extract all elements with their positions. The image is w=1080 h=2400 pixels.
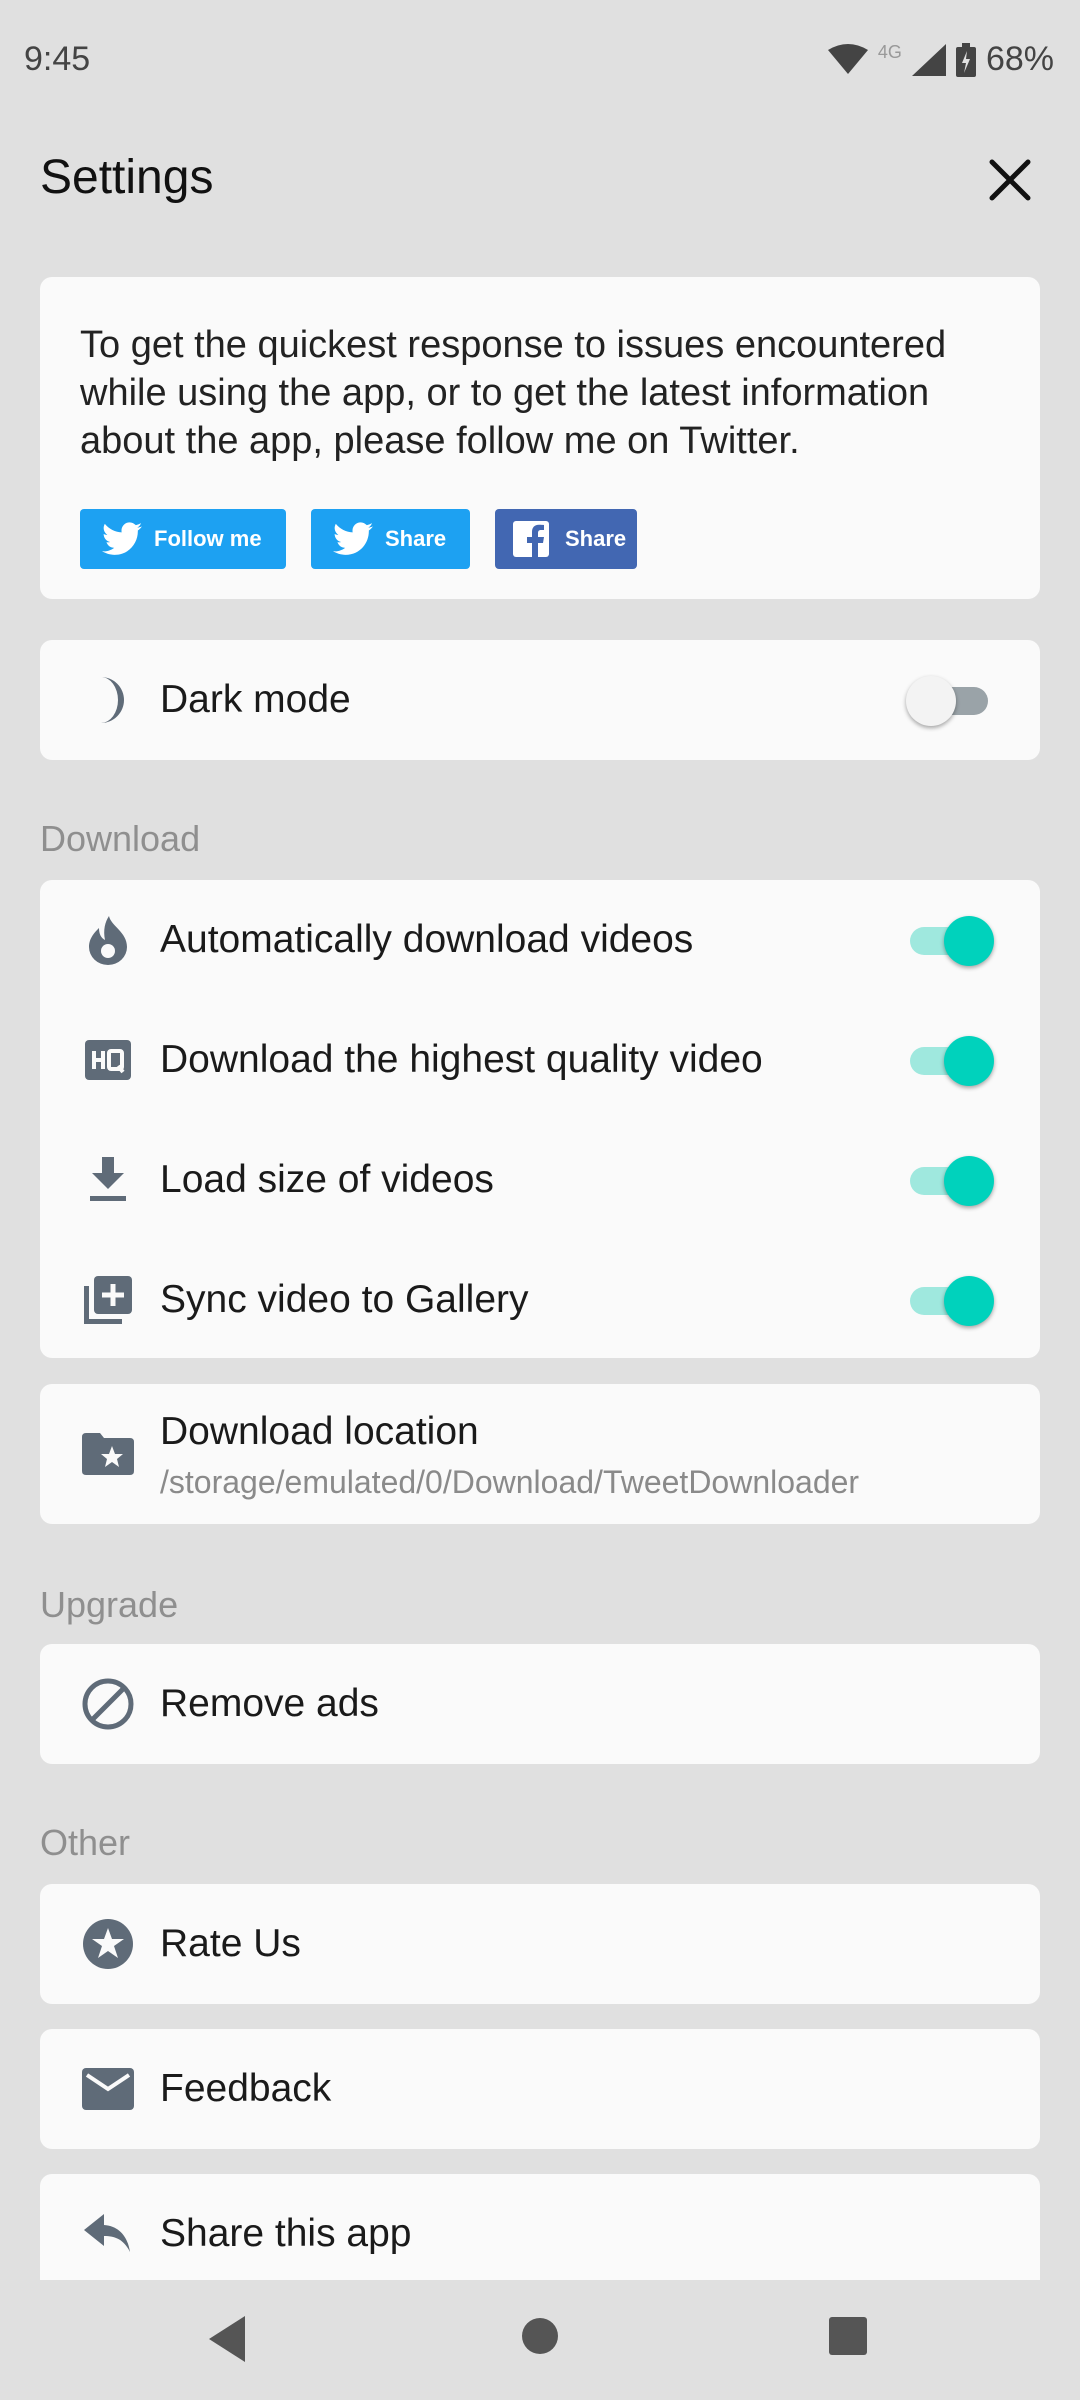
status-bar: 9:45 4G 68%	[0, 0, 1080, 120]
status-icons: 4G 68%	[827, 40, 1054, 79]
load-size-label: Load size of videos	[160, 1158, 494, 1201]
back-button[interactable]	[205, 2314, 249, 2369]
block-icon	[80, 1676, 136, 1732]
other-section-title: Other	[40, 1822, 131, 1863]
dark-mode-card: Dark mode	[40, 640, 1040, 760]
download-location-label: Download location	[160, 1410, 479, 1453]
toggle-knob	[944, 1156, 994, 1206]
share-app-card[interactable]: Share this app	[40, 2174, 1040, 2280]
feedback-label: Feedback	[160, 2067, 332, 2110]
auto-download-toggle[interactable]	[906, 910, 994, 970]
highest-quality-toggle[interactable]	[906, 1030, 994, 1090]
page-title: Settings	[40, 151, 214, 204]
reply-icon	[80, 2206, 136, 2262]
dark-mode-label: Dark mode	[160, 678, 351, 721]
status-time: 9:45	[24, 40, 91, 78]
upgrade-section-title: Upgrade	[40, 1584, 179, 1625]
share-app-row[interactable]: Share this app	[40, 2174, 1040, 2294]
twitter-share-button[interactable]: Share	[311, 509, 470, 569]
rate-us-card[interactable]: Rate Us	[40, 1884, 1040, 2004]
facebook-icon	[513, 521, 549, 557]
rate-us-label: Rate Us	[160, 1922, 301, 1965]
dark-mode-toggle[interactable]	[906, 670, 992, 730]
cell-signal-icon	[911, 43, 946, 76]
back-triangle-icon	[209, 2316, 245, 2362]
load-size-toggle[interactable]	[906, 1150, 994, 1210]
home-circle-icon	[522, 2318, 558, 2354]
twitter-follow-button[interactable]: Follow me	[80, 509, 286, 569]
auto-download-label: Automatically download videos	[160, 918, 694, 961]
rate-us-row[interactable]: Rate Us	[40, 1884, 1040, 2004]
download-location-card[interactable]: Download location /storage/emulated/0/Do…	[40, 1384, 1040, 1524]
feedback-card[interactable]: Feedback	[40, 2029, 1040, 2149]
twitter-bird-icon	[102, 522, 142, 555]
battery-level: 68%	[985, 40, 1054, 78]
twitter-follow-label: Follow me	[154, 526, 262, 551]
upgrade-card: Remove ads	[40, 1644, 1040, 1764]
remove-ads-row[interactable]: Remove ads	[40, 1644, 1040, 1764]
add-to-library-icon	[80, 1272, 136, 1328]
facebook-share-button[interactable]: Share	[495, 509, 637, 569]
toggle-knob	[944, 916, 994, 966]
download-settings-card: Automatically download videos Download t…	[40, 880, 1040, 1358]
highest-quality-row[interactable]: Download the highest quality video	[40, 1000, 1040, 1120]
close-button[interactable]	[980, 150, 1040, 210]
close-icon	[989, 159, 1031, 201]
load-size-row[interactable]: Load size of videos	[40, 1120, 1040, 1240]
star-icon	[80, 1916, 136, 1972]
app-bar: Settings	[0, 130, 1080, 240]
twitter-bird-icon	[333, 522, 373, 555]
recents-button[interactable]	[828, 2316, 868, 2361]
sync-gallery-row[interactable]: Sync video to Gallery	[40, 1240, 1040, 1360]
twitter-share-label: Share	[385, 526, 447, 551]
moon-icon	[80, 672, 136, 728]
download-icon	[80, 1152, 136, 1208]
intro-card: To get the quickest response to issues e…	[40, 277, 1040, 599]
wifi-icon	[827, 43, 868, 74]
download-location-path: /storage/emulated/0/Download/TweetDownlo…	[160, 1464, 860, 1500]
flame-icon	[80, 912, 136, 968]
toggle-knob	[944, 1276, 994, 1326]
dark-mode-row[interactable]: Dark mode	[40, 640, 1040, 760]
battery-icon	[955, 42, 976, 77]
home-button[interactable]	[520, 2316, 560, 2361]
toggle-knob	[906, 676, 956, 726]
recents-square-icon	[829, 2317, 867, 2355]
network-type: 4G	[877, 42, 902, 62]
folder-star-icon	[80, 1426, 136, 1482]
intro-text: To get the quickest response to issues e…	[80, 324, 947, 462]
feedback-row[interactable]: Feedback	[40, 2029, 1040, 2149]
download-section-title: Download	[40, 818, 201, 859]
facebook-share-label: Share	[565, 526, 627, 551]
auto-download-row[interactable]: Automatically download videos	[40, 880, 1040, 1000]
mail-icon	[80, 2061, 136, 2117]
sync-gallery-label: Sync video to Gallery	[160, 1278, 529, 1321]
system-navigation-bar	[0, 2280, 1080, 2400]
remove-ads-label: Remove ads	[160, 1682, 379, 1725]
toggle-knob	[944, 1036, 994, 1086]
hq-icon	[80, 1032, 136, 1088]
highest-quality-label: Download the highest quality video	[160, 1038, 763, 1081]
sync-gallery-toggle[interactable]	[906, 1270, 994, 1330]
share-app-label: Share this app	[160, 2212, 412, 2255]
